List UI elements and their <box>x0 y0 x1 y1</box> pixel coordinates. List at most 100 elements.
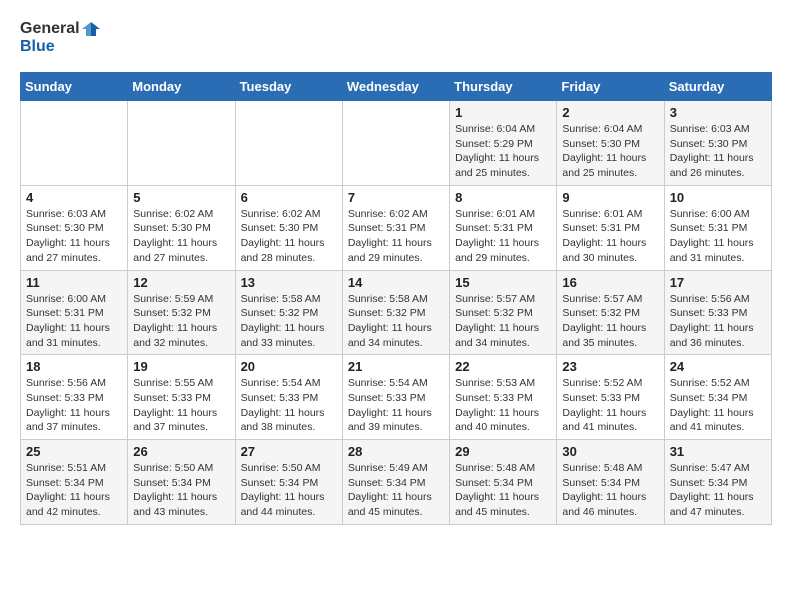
logo: General Blue <box>20 20 100 56</box>
day-number: 18 <box>26 359 122 374</box>
calendar-cell: 7 Sunrise: 6:02 AMSunset: 5:31 PMDaylight… <box>342 185 449 270</box>
day-info: Sunrise: 5:49 AMSunset: 5:34 PMDaylight:… <box>348 461 444 520</box>
calendar-cell <box>128 101 235 186</box>
day-number: 17 <box>670 275 766 290</box>
day-number: 29 <box>455 444 551 459</box>
day-info: Sunrise: 5:53 AMSunset: 5:33 PMDaylight:… <box>455 376 551 435</box>
day-number: 27 <box>241 444 337 459</box>
calendar-cell <box>235 101 342 186</box>
calendar-week-row: 18 Sunrise: 5:56 AMSunset: 5:33 PMDayligh… <box>21 355 772 440</box>
calendar-header-row: SundayMondayTuesdayWednesdayThursdayFrid… <box>21 73 772 101</box>
day-info: Sunrise: 5:52 AMSunset: 5:34 PMDaylight:… <box>670 376 766 435</box>
day-info: Sunrise: 5:54 AMSunset: 5:33 PMDaylight:… <box>241 376 337 435</box>
day-info: Sunrise: 5:57 AMSunset: 5:32 PMDaylight:… <box>455 292 551 351</box>
calendar-cell: 25 Sunrise: 5:51 AMSunset: 5:34 PMDayligh… <box>21 440 128 525</box>
calendar-table: SundayMondayTuesdayWednesdayThursdayFrid… <box>20 72 772 525</box>
day-number: 12 <box>133 275 229 290</box>
day-number: 1 <box>455 105 551 120</box>
calendar-cell: 28 Sunrise: 5:49 AMSunset: 5:34 PMDayligh… <box>342 440 449 525</box>
day-info: Sunrise: 5:51 AMSunset: 5:34 PMDaylight:… <box>26 461 122 520</box>
day-number: 2 <box>562 105 658 120</box>
calendar-cell: 6 Sunrise: 6:02 AMSunset: 5:30 PMDaylight… <box>235 185 342 270</box>
calendar-cell: 16 Sunrise: 5:57 AMSunset: 5:32 PMDayligh… <box>557 270 664 355</box>
calendar-cell: 18 Sunrise: 5:56 AMSunset: 5:33 PMDayligh… <box>21 355 128 440</box>
calendar-cell: 19 Sunrise: 5:55 AMSunset: 5:33 PMDayligh… <box>128 355 235 440</box>
day-info: Sunrise: 5:52 AMSunset: 5:33 PMDaylight:… <box>562 376 658 435</box>
day-number: 15 <box>455 275 551 290</box>
day-info: Sunrise: 5:59 AMSunset: 5:32 PMDaylight:… <box>133 292 229 351</box>
day-info: Sunrise: 5:48 AMSunset: 5:34 PMDaylight:… <box>455 461 551 520</box>
day-number: 26 <box>133 444 229 459</box>
calendar-week-row: 25 Sunrise: 5:51 AMSunset: 5:34 PMDayligh… <box>21 440 772 525</box>
day-number: 23 <box>562 359 658 374</box>
calendar-cell <box>21 101 128 186</box>
calendar-cell: 24Sunrise: 5:52 AMSunset: 5:34 PMDayligh… <box>664 355 771 440</box>
day-info: Sunrise: 5:50 AMSunset: 5:34 PMDaylight:… <box>133 461 229 520</box>
calendar-cell: 26 Sunrise: 5:50 AMSunset: 5:34 PMDayligh… <box>128 440 235 525</box>
day-number: 28 <box>348 444 444 459</box>
calendar-cell: 8Sunrise: 6:01 AMSunset: 5:31 PMDaylight… <box>450 185 557 270</box>
day-info: Sunrise: 5:58 AMSunset: 5:32 PMDaylight:… <box>348 292 444 351</box>
day-number: 8 <box>455 190 551 205</box>
day-header-sunday: Sunday <box>21 73 128 101</box>
calendar-cell: 5Sunrise: 6:02 AMSunset: 5:30 PMDaylight… <box>128 185 235 270</box>
calendar-cell: 3 Sunrise: 6:03 AMSunset: 5:30 PMDaylight… <box>664 101 771 186</box>
calendar-cell: 27Sunrise: 5:50 AMSunset: 5:34 PMDayligh… <box>235 440 342 525</box>
day-number: 16 <box>562 275 658 290</box>
day-info: Sunrise: 6:01 AMSunset: 5:31 PMDaylight:… <box>562 207 658 266</box>
day-info: Sunrise: 6:02 AMSunset: 5:30 PMDaylight:… <box>241 207 337 266</box>
day-number: 6 <box>241 190 337 205</box>
day-info: Sunrise: 5:54 AMSunset: 5:33 PMDaylight:… <box>348 376 444 435</box>
day-info: Sunrise: 5:56 AMSunset: 5:33 PMDaylight:… <box>670 292 766 351</box>
day-info: Sunrise: 5:48 AMSunset: 5:34 PMDaylight:… <box>562 461 658 520</box>
calendar-cell: 10 Sunrise: 6:00 AMSunset: 5:31 PMDayligh… <box>664 185 771 270</box>
day-number: 22 <box>455 359 551 374</box>
calendar-cell: 31Sunrise: 5:47 AMSunset: 5:34 PMDayligh… <box>664 440 771 525</box>
day-info: Sunrise: 6:00 AMSunset: 5:31 PMDaylight:… <box>670 207 766 266</box>
logo-general: General <box>20 20 80 38</box>
day-info: Sunrise: 6:03 AMSunset: 5:30 PMDaylight:… <box>26 207 122 266</box>
day-number: 11 <box>26 275 122 290</box>
day-number: 19 <box>133 359 229 374</box>
day-number: 3 <box>670 105 766 120</box>
calendar-cell: 12 Sunrise: 5:59 AMSunset: 5:32 PMDayligh… <box>128 270 235 355</box>
day-number: 10 <box>670 190 766 205</box>
page-header: General Blue <box>20 20 772 56</box>
calendar-week-row: 4Sunrise: 6:03 AMSunset: 5:30 PMDaylight… <box>21 185 772 270</box>
calendar-cell: 4Sunrise: 6:03 AMSunset: 5:30 PMDaylight… <box>21 185 128 270</box>
calendar-cell: 1 Sunrise: 6:04 AMSunset: 5:29 PMDaylight… <box>450 101 557 186</box>
day-info: Sunrise: 5:57 AMSunset: 5:32 PMDaylight:… <box>562 292 658 351</box>
calendar-cell: 20Sunrise: 5:54 AMSunset: 5:33 PMDayligh… <box>235 355 342 440</box>
calendar-week-row: 1 Sunrise: 6:04 AMSunset: 5:29 PMDaylight… <box>21 101 772 186</box>
day-header-saturday: Saturday <box>664 73 771 101</box>
day-info: Sunrise: 5:47 AMSunset: 5:34 PMDaylight:… <box>670 461 766 520</box>
day-number: 13 <box>241 275 337 290</box>
day-info: Sunrise: 6:03 AMSunset: 5:30 PMDaylight:… <box>670 122 766 181</box>
day-number: 7 <box>348 190 444 205</box>
day-number: 14 <box>348 275 444 290</box>
day-number: 25 <box>26 444 122 459</box>
day-info: Sunrise: 5:56 AMSunset: 5:33 PMDaylight:… <box>26 376 122 435</box>
calendar-cell: 29 Sunrise: 5:48 AMSunset: 5:34 PMDayligh… <box>450 440 557 525</box>
day-number: 9 <box>562 190 658 205</box>
logo-bird-icon <box>82 20 100 38</box>
calendar-cell <box>342 101 449 186</box>
calendar-cell: 22 Sunrise: 5:53 AMSunset: 5:33 PMDayligh… <box>450 355 557 440</box>
calendar-cell: 13Sunrise: 5:58 AMSunset: 5:32 PMDayligh… <box>235 270 342 355</box>
day-header-monday: Monday <box>128 73 235 101</box>
day-number: 30 <box>562 444 658 459</box>
day-number: 5 <box>133 190 229 205</box>
calendar-cell: 2 Sunrise: 6:04 AMSunset: 5:30 PMDaylight… <box>557 101 664 186</box>
day-header-tuesday: Tuesday <box>235 73 342 101</box>
day-header-thursday: Thursday <box>450 73 557 101</box>
day-header-wednesday: Wednesday <box>342 73 449 101</box>
calendar-week-row: 11 Sunrise: 6:00 AMSunset: 5:31 PMDayligh… <box>21 270 772 355</box>
day-info: Sunrise: 6:02 AMSunset: 5:31 PMDaylight:… <box>348 207 444 266</box>
calendar-cell: 14 Sunrise: 5:58 AMSunset: 5:32 PMDayligh… <box>342 270 449 355</box>
logo-blue: Blue <box>20 38 55 56</box>
day-info: Sunrise: 6:00 AMSunset: 5:31 PMDaylight:… <box>26 292 122 351</box>
day-info: Sunrise: 6:04 AMSunset: 5:29 PMDaylight:… <box>455 122 551 181</box>
day-info: Sunrise: 6:04 AMSunset: 5:30 PMDaylight:… <box>562 122 658 181</box>
calendar-cell: 21Sunrise: 5:54 AMSunset: 5:33 PMDayligh… <box>342 355 449 440</box>
day-info: Sunrise: 5:55 AMSunset: 5:33 PMDaylight:… <box>133 376 229 435</box>
